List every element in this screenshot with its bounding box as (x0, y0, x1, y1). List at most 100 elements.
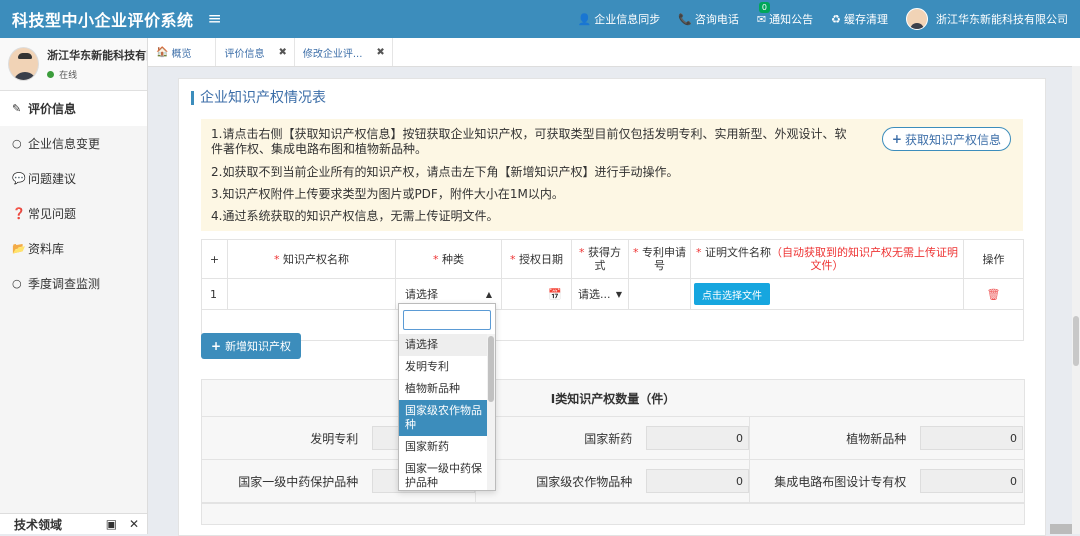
instruction-3: 3.知识产权附件上传要求类型为图片或PDF，附件大小在1M以内。 (211, 187, 564, 202)
sidebar-item-label: 评价信息 (28, 100, 76, 117)
tab-label: 概览 (171, 45, 191, 60)
tab-evaluation[interactable]: 评价信息 ✖ (216, 38, 294, 66)
select-value: 请选... (578, 286, 611, 302)
avatar (8, 47, 39, 81)
sidebar-item-label: 问题建议 (28, 170, 76, 187)
grant-date-cell: 📅 (502, 279, 572, 310)
column-header-grant-date: * 授权日期 (502, 240, 572, 279)
dropdown-option-selected[interactable]: 国家级农作物品种 (399, 400, 487, 436)
instruction-2: 2.如获取不到当前企业所有的知识产权，请点击左下角【新增知识产权】进行手动操作。 (211, 165, 678, 180)
sidebar-item-quarterly-survey[interactable]: ○ 季度调查监测 (0, 266, 147, 301)
close-icon[interactable]: ✖ (278, 47, 286, 58)
tech-field-panel: 技术领域 ▣ ✕ (0, 513, 147, 534)
status-text: 在线 (59, 68, 77, 81)
user-info: 浙江华东新能科技有限 在线 (47, 47, 147, 81)
count-label: 国家级农作物品种 (476, 473, 646, 490)
table-row: 1 请选择 ▲ 📅 请选... ▼ 点击选择文件 (202, 279, 1024, 310)
online-dot-icon (47, 71, 54, 78)
count-cell: 集成电路布图设计专有权 0 (750, 460, 1023, 502)
page-scrollbar[interactable] (1072, 66, 1080, 534)
recycle-icon: ♻ (831, 13, 841, 26)
dropdown-option[interactable]: 国家一级中药保护品种 (399, 458, 487, 491)
caret-down-icon: ▼ (616, 290, 622, 299)
tab-edit-evaluation[interactable]: 修改企业评... ✖ (295, 38, 393, 66)
add-row-button[interactable]: + (202, 240, 228, 279)
count-cell: 国家新药 0 (476, 417, 750, 459)
ip-name-input[interactable] (231, 282, 392, 306)
instructions-panel: 1.请点击右侧【获取知识产权信息】按钮获取企业知识产权，可获取类型目前仅包括发明… (201, 119, 1023, 231)
count-label: 植物新品种 (750, 430, 920, 447)
add-ip-label: 新增知识产权 (225, 338, 291, 354)
column-header-acquire: * 获得方式 (572, 240, 629, 279)
count-label: 国家新药 (476, 430, 646, 447)
ip-table: + * 知识产权名称 * 种类 * 授权日期 * 获得方式 * 专利申请号 * … (201, 239, 1024, 341)
close-icon[interactable]: ✕ (129, 517, 139, 531)
grant-date-input[interactable]: 📅 (505, 282, 568, 306)
question-icon: ❓ (12, 207, 28, 220)
acquire-select[interactable]: 请选... ▼ (575, 282, 625, 306)
dropdown-options: 请选择 发明专利 植物新品种 国家级农作物品种 国家新药 国家一级中药保护品种 (399, 334, 487, 491)
dropdown-option[interactable]: 国家新药 (399, 436, 487, 458)
sidebar-user-name: 浙江华东新能科技有限 (47, 47, 147, 63)
sidebar-item-faq[interactable]: ❓ 常见问题 (0, 196, 147, 231)
patent-no-cell (629, 279, 691, 310)
add-ip-button[interactable]: + 新增知识产权 (201, 333, 301, 359)
top-user-menu[interactable]: 浙江华东新能科技有限公司 (906, 8, 1068, 30)
minimize-icon[interactable]: ▣ (106, 517, 117, 531)
column-header-cert: * 证明文件名称（自动获取到的知识产权无需上传证明文件） (691, 240, 964, 279)
count-table-title: I类知识产权数量（件） (202, 380, 1024, 417)
sidebar-item-library[interactable]: 📂 资料库 (0, 231, 147, 266)
sidebar-item-evaluation[interactable]: ✎ 评价信息 (0, 91, 147, 126)
sidebar-item-company-change[interactable]: ○ 企业信息变更 (0, 126, 147, 161)
column-header-type: * 种类 (396, 240, 502, 279)
close-icon[interactable]: ✖ (376, 47, 384, 58)
panel-controls: ▣ ✕ (106, 517, 139, 531)
sidebar-item-feedback[interactable]: 💬 问题建议 (0, 161, 147, 196)
notice-button[interactable]: 0 ✉ 通知公告 (757, 11, 813, 27)
plus-icon: + (892, 132, 902, 146)
circle-icon: ○ (12, 277, 28, 290)
top-actions: 👤 企业信息同步 📞 咨询电话 0 ✉ 通知公告 ♻ 缓存清理 浙江华东新能科技… (578, 0, 1080, 38)
fetch-ip-label: 获取知识产权信息 (905, 131, 1001, 148)
dropdown-scroll-thumb[interactable] (488, 336, 494, 402)
trash-icon[interactable]: 🗑 (987, 288, 1001, 301)
ip-type-dropdown: 请选择 发明专利 植物新品种 国家级农作物品种 国家新药 国家一级中药保护品种 (398, 303, 496, 491)
patent-no-input[interactable] (632, 282, 687, 306)
plus-icon: + (211, 339, 221, 353)
table-spacer-row (202, 310, 1024, 341)
status-badge: 在线 (47, 68, 147, 81)
column-header-op: 操作 (964, 240, 1024, 279)
hamburger-icon[interactable]: ≡ (208, 9, 222, 29)
scroll-corner (1050, 524, 1072, 534)
caret-up-icon: ▲ (486, 290, 492, 299)
dropdown-option[interactable]: 植物新品种 (399, 378, 487, 400)
count-row-2: 国家一级中药保护品种 国家级农作物品种 0 集成电路布图设计专有权 0 (202, 460, 1024, 503)
choose-file-button[interactable]: 点击选择文件 (694, 283, 770, 305)
fetch-ip-info-button[interactable]: + 获取知识产权信息 (882, 127, 1011, 151)
folder-icon: 📂 (12, 242, 28, 255)
notice-badge: 0 (759, 2, 770, 13)
dropdown-option[interactable]: 发明专利 (399, 356, 487, 378)
tab-overview[interactable]: 🏠 概览 (148, 38, 216, 66)
dropdown-search-input[interactable] (403, 310, 491, 330)
count-cell: 国家级农作物品种 0 (476, 460, 750, 502)
page-scroll-thumb[interactable] (1073, 316, 1079, 366)
hotline-button[interactable]: 📞 咨询电话 (678, 11, 739, 27)
tab-label: 评价信息 (224, 45, 264, 60)
instruction-4: 4.通过系统获取的知识产权信息，无需上传证明文件。 (211, 209, 498, 224)
home-icon: 🏠 (156, 47, 168, 58)
mail-icon: ✉ (757, 13, 766, 26)
dropdown-option[interactable]: 请选择 (399, 334, 487, 356)
section-title: 企业知识产权情况表 (191, 91, 326, 105)
tech-field-label: 技术领域 (14, 516, 62, 533)
count-label: 国家一级中药保护品种 (202, 473, 372, 490)
chat-icon: 💬 (12, 172, 28, 185)
clear-cache-button[interactable]: ♻ 缓存清理 (831, 11, 888, 27)
count-cell: 植物新品种 0 (750, 417, 1023, 459)
sync-company-info-button[interactable]: 👤 企业信息同步 (578, 11, 661, 27)
top-user-name: 浙江华东新能科技有限公司 (936, 11, 1068, 27)
count-row-1: 发明专利 国家新药 0 植物新品种 0 (202, 417, 1024, 460)
tab-label: 修改企业评... (303, 45, 363, 60)
sidebar-item-label: 常见问题 (28, 205, 76, 222)
calendar-icon: 📅 (548, 288, 562, 301)
